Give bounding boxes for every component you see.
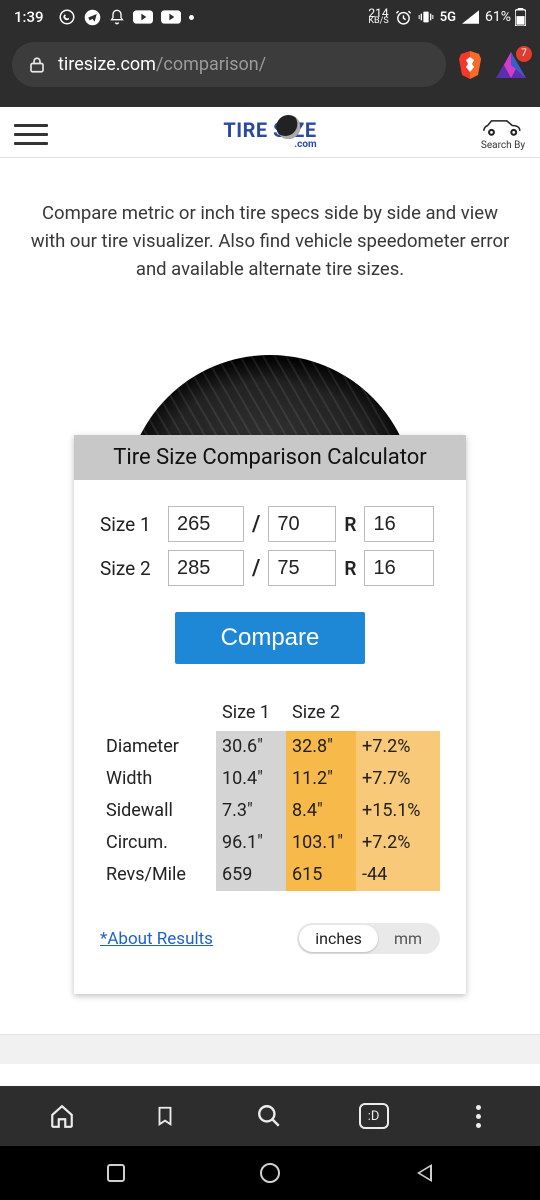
size1-width-input[interactable] [168, 506, 244, 542]
calculator-title: Tire Size Comparison Calculator [74, 435, 466, 480]
metric-label: Width [100, 763, 216, 795]
size2-value: 615 [286, 859, 356, 891]
brave-shield-icon[interactable] [456, 49, 484, 81]
metric-label: Diameter [100, 731, 216, 763]
tire-logo-icon [276, 115, 300, 139]
bell-icon [109, 8, 125, 26]
url-text: tiresize.com/comparison/ [58, 54, 266, 75]
table-row: Width10.4"11.2"+7.7% [100, 763, 440, 795]
size1-value: 96.1" [216, 827, 286, 859]
size1-value: 7.3" [216, 795, 286, 827]
nav-home-icon[interactable] [260, 1163, 280, 1183]
results-table: Size 1 Size 2 Diameter30.6"32.8"+7.2%Wid… [100, 702, 440, 891]
table-row: Circum.96.1"103.1"+7.2% [100, 827, 440, 859]
notification-badge: 7 [516, 46, 532, 62]
vibrate-icon [418, 9, 434, 25]
size2-value: 8.4" [286, 795, 356, 827]
size-inputs: Size 1 / R Size 2 / R Compare [74, 480, 466, 682]
size1-aspect-input[interactable] [268, 506, 336, 542]
r-label: R [344, 513, 356, 536]
size2-width-input[interactable] [168, 550, 244, 586]
unit-mm[interactable]: mm [378, 925, 438, 952]
calculator-card: Tire Size Comparison Calculator Size 1 /… [74, 435, 466, 994]
search-icon[interactable] [255, 1102, 283, 1130]
size2-value: 103.1" [286, 827, 356, 859]
results-table-wrap: Size 1 Size 2 Diameter30.6"32.8"+7.2%Wid… [74, 682, 466, 899]
size1-row: Size 1 / R [100, 506, 440, 542]
metric-label: Circum. [100, 827, 216, 859]
tire-image [0, 355, 540, 435]
browser-chrome: tiresize.com/comparison/ 7 [0, 32, 540, 107]
about-results-link[interactable]: *About Results [100, 929, 213, 949]
tabs-button[interactable]: :D [359, 1103, 389, 1129]
unit-toggle[interactable]: inches mm [297, 923, 440, 954]
youtube-icon-2 [161, 10, 181, 24]
menu-button[interactable] [14, 124, 48, 145]
metric-label: Revs/Mile [100, 859, 216, 891]
table-row: Diameter30.6"32.8"+7.2% [100, 731, 440, 763]
results-col-size2: Size 2 [286, 702, 356, 731]
car-icon [480, 117, 526, 137]
site-logo[interactable]: TIRE SIZE .com [223, 118, 316, 150]
results-col-size1: Size 1 [216, 702, 286, 731]
slash-sep: / [252, 512, 260, 537]
page-content: Compare metric or inch tire specs side b… [0, 158, 540, 1086]
metric-label: Sidewall [100, 795, 216, 827]
size2-row: Size 2 / R [100, 550, 440, 586]
size1-label: Size 1 [100, 513, 160, 536]
status-clock: 1:39 [14, 8, 44, 26]
r-label-2: R [344, 557, 356, 580]
table-row: Sidewall7.3"8.4"+15.1% [100, 795, 440, 827]
size2-rim-input[interactable] [364, 550, 434, 586]
signal-icon [462, 10, 479, 24]
home-icon[interactable] [48, 1102, 76, 1130]
table-row: Revs/Mile659615-44 [100, 859, 440, 891]
size1-value: 659 [216, 859, 286, 891]
slash-sep-2: / [252, 556, 260, 581]
more-dot-icon [189, 15, 194, 20]
unit-inches[interactable]: inches [299, 925, 378, 952]
whatsapp-icon [58, 8, 76, 26]
diff-value: +7.2% [356, 731, 440, 763]
brave-rewards-icon[interactable]: 7 [494, 48, 528, 82]
alarm-icon [395, 9, 412, 26]
size1-value: 10.4" [216, 763, 286, 795]
net-speed-indicator: 214 KB/S [368, 9, 388, 26]
site-header: TIRE SIZE .com Search By [0, 107, 540, 158]
overflow-menu-icon[interactable] [464, 1102, 492, 1130]
nav-back-icon[interactable] [415, 1162, 433, 1184]
url-bar[interactable]: tiresize.com/comparison/ [12, 42, 446, 87]
youtube-icon [133, 10, 153, 24]
size2-value: 32.8" [286, 731, 356, 763]
android-status-bar: 1:39 214 KB/S 5G [0, 0, 540, 32]
android-nav-bar [0, 1146, 540, 1200]
network-type: 5G [440, 10, 456, 25]
search-by-label: Search By [480, 140, 526, 151]
diff-value: +7.7% [356, 763, 440, 795]
section-divider [0, 1034, 540, 1064]
tabs-count: :D [368, 1109, 380, 1124]
size1-rim-input[interactable] [364, 506, 434, 542]
lock-icon [28, 55, 46, 75]
size2-label: Size 2 [100, 557, 160, 580]
bookmark-icon[interactable] [151, 1102, 179, 1130]
diff-value: +15.1% [356, 795, 440, 827]
search-by-button[interactable]: Search By [480, 117, 526, 151]
size2-aspect-input[interactable] [268, 550, 336, 586]
size1-value: 30.6" [216, 731, 286, 763]
nav-recents-icon[interactable] [107, 1164, 125, 1182]
intro-text: Compare metric or inch tire specs side b… [0, 158, 540, 305]
battery-indicator: 61% [485, 8, 526, 26]
diff-value: +7.2% [356, 827, 440, 859]
browser-bottom-bar: :D [0, 1086, 540, 1146]
size2-value: 11.2" [286, 763, 356, 795]
compare-button[interactable]: Compare [175, 612, 366, 664]
telegram-icon [84, 9, 101, 26]
diff-value: -44 [356, 859, 440, 891]
